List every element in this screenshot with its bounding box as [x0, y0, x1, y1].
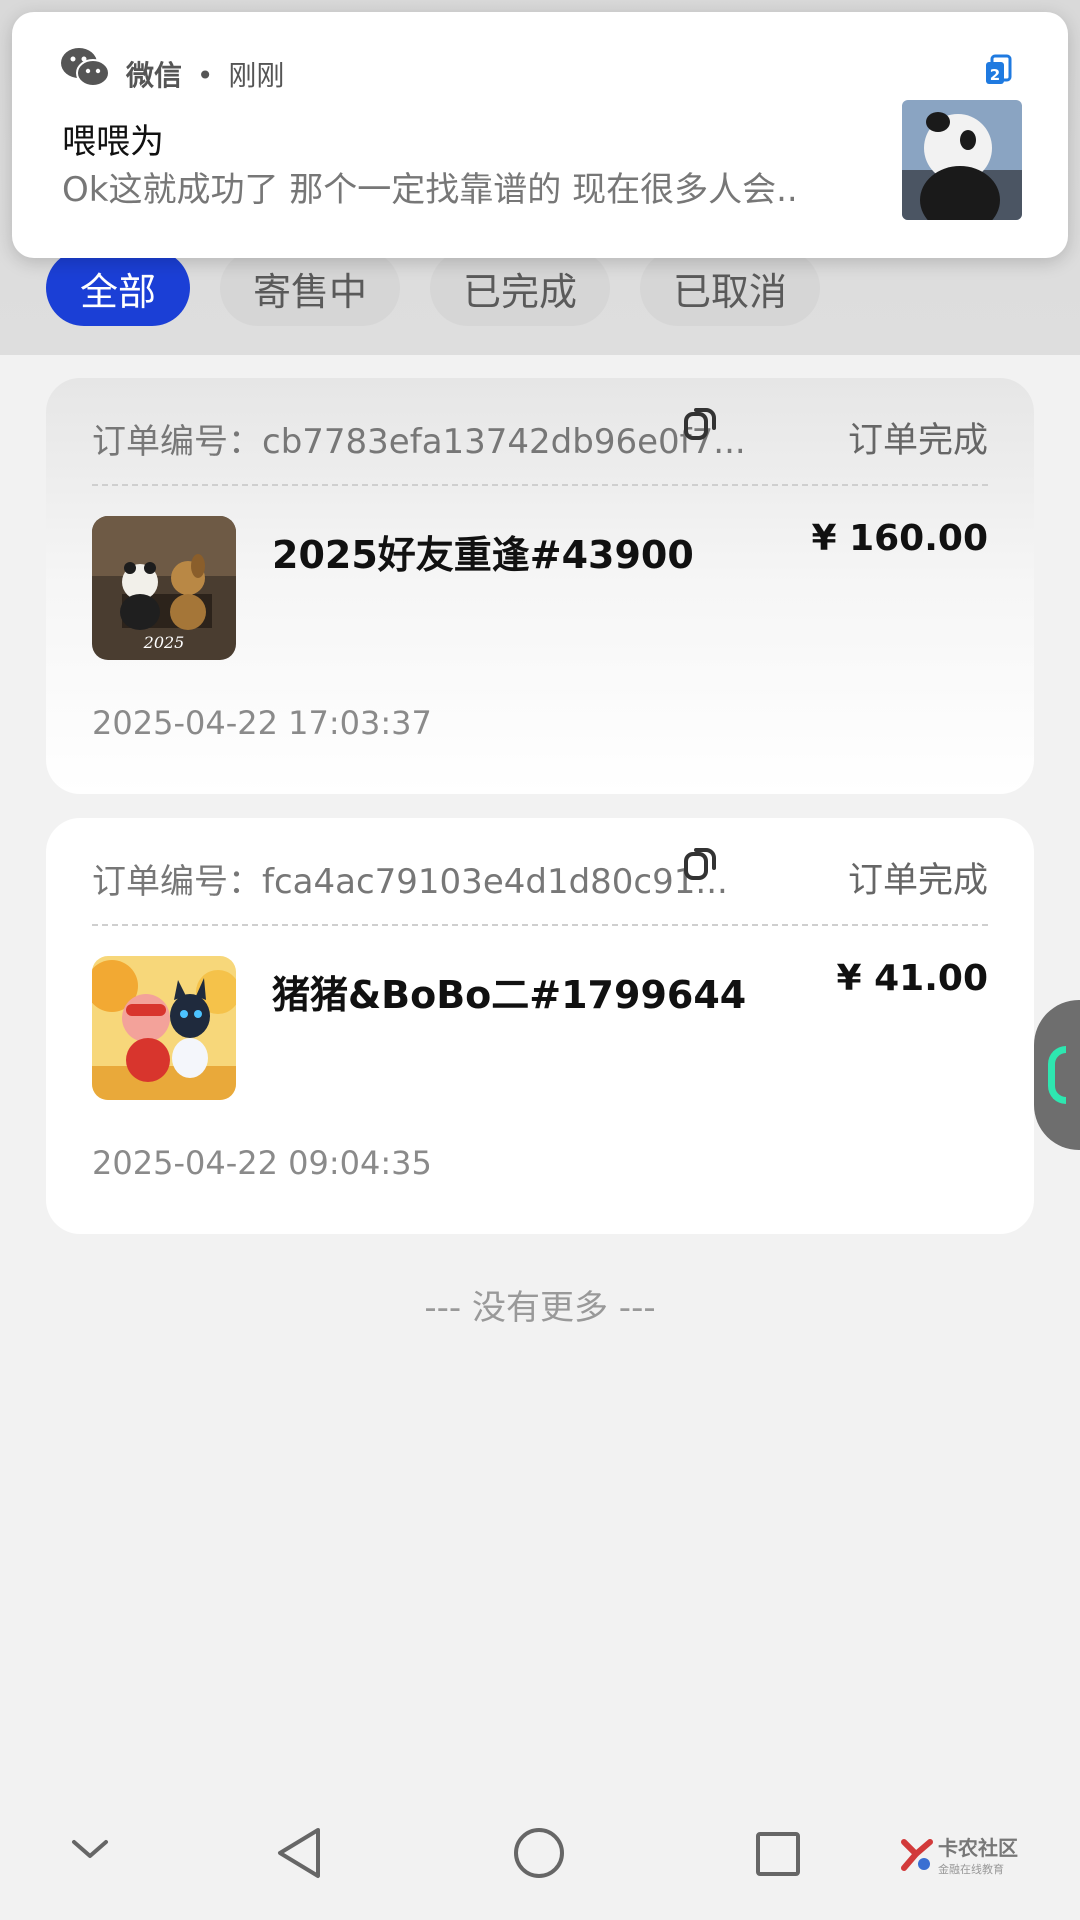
watermark-subtitle: 金融在线教育: [938, 1863, 1004, 1876]
item-name: 猪猪&BoBo二#1799644: [272, 973, 747, 1017]
back-triangle-icon[interactable]: [274, 1826, 324, 1880]
item-price: ¥ 160.00: [811, 518, 988, 559]
watermark-icon: [901, 1838, 933, 1871]
watermark-title: 卡农社区: [938, 1836, 1018, 1860]
item-price: ¥ 41.00: [836, 958, 988, 999]
notification-separator: •: [196, 59, 214, 92]
copy-icon[interactable]: [682, 844, 722, 884]
tab-completed[interactable]: 已完成: [430, 250, 610, 326]
notification-count-icon: 2: [986, 54, 1012, 84]
float-accent-icon: [1048, 1046, 1066, 1104]
item-thumbnail[interactable]: [92, 956, 236, 1100]
notification-app-name: 微信: [126, 59, 183, 92]
notification-banner[interactable]: 微信 • 刚刚 2 喂喂为 Ok这就成功了 那个一定找靠谱的 现在很多人会..: [12, 12, 1068, 258]
order-number-row: 订单编号：fca4ac79103e4d1d80c91...: [92, 854, 728, 903]
copy-icon[interactable]: [682, 404, 722, 444]
order-number-row: 订单编号：cb7783efa13742db96e0f7...: [92, 414, 746, 463]
notification-count: 2: [990, 66, 1000, 84]
order-status: 订单完成: [847, 421, 988, 461]
chevron-down-icon[interactable]: [68, 1834, 112, 1864]
order-number-label: 订单编号：: [92, 862, 262, 902]
tab-consigning[interactable]: 寄售中: [220, 250, 400, 326]
floating-side-button[interactable]: [1034, 1000, 1080, 1150]
item-name: 2025好友重逢#43900: [272, 533, 694, 577]
wechat-icon: [61, 48, 110, 87]
home-circle-icon[interactable]: [512, 1826, 566, 1880]
order-id: fca4ac79103e4d1d80c91...: [262, 862, 728, 902]
thumb-caption: 2025: [143, 633, 185, 652]
order-card[interactable]: 订单编号：cb7783efa13742db96e0f7... 订单完成 2025…: [46, 378, 1034, 794]
item-thumbnail[interactable]: 2025: [92, 516, 236, 660]
order-time: 2025-04-22 17:03:37: [92, 704, 432, 742]
list-end-label: --- 没有更多 ---: [424, 1288, 656, 1328]
notification-header: 微信 • 刚刚: [126, 54, 284, 94]
order-number-label: 订单编号：: [92, 422, 262, 462]
divider: [92, 924, 988, 926]
filter-tabs: 全部 寄售中 已完成 已取消: [0, 250, 1080, 330]
order-card[interactable]: 订单编号：fca4ac79103e4d1d80c91... 订单完成 猪猪&Bo…: [46, 818, 1034, 1234]
tab-all[interactable]: 全部: [46, 250, 190, 326]
order-status: 订单完成: [847, 861, 988, 901]
divider: [92, 484, 988, 486]
watermark-logo: 卡农社区 金融在线教育: [900, 1832, 1018, 1877]
notification-time: 刚刚: [228, 59, 285, 92]
recents-square-icon[interactable]: [754, 1830, 802, 1878]
notification-title: 喂喂为: [62, 122, 164, 162]
order-time: 2025-04-22 09:04:35: [92, 1144, 432, 1182]
order-id: cb7783efa13742db96e0f7...: [262, 422, 746, 462]
notification-body: Ok这就成功了 那个一定找靠谱的 现在很多人会..: [62, 170, 798, 210]
notification-image: [902, 100, 1022, 220]
tab-cancelled[interactable]: 已取消: [640, 250, 820, 326]
